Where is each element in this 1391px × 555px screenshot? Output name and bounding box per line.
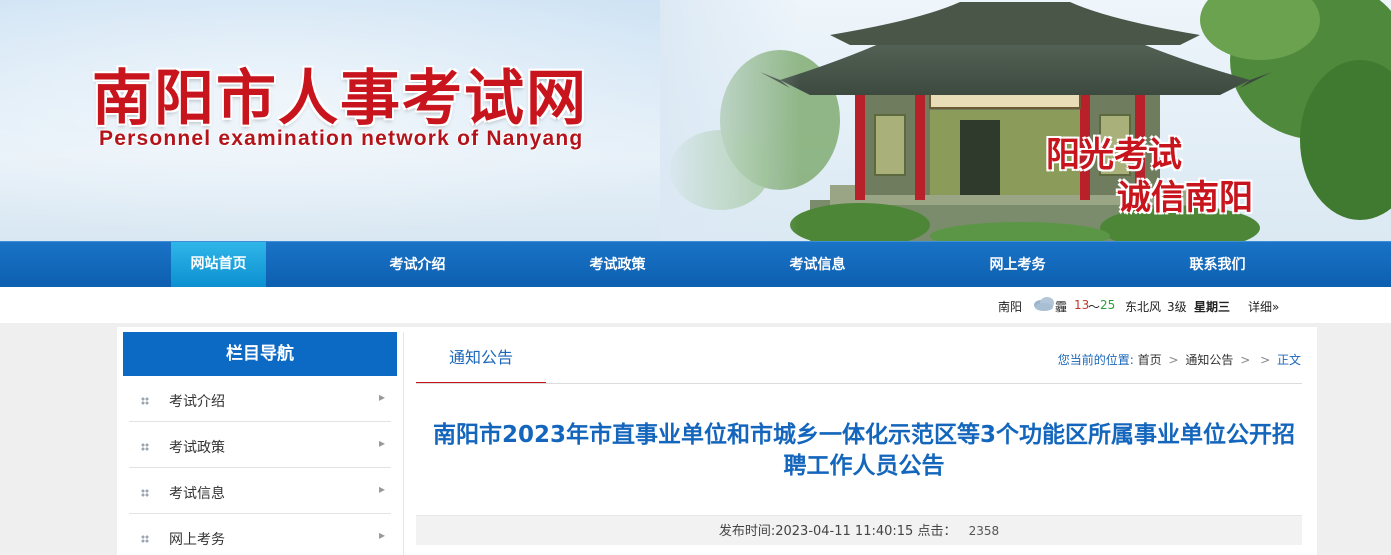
- weather-city: 南阳: [998, 300, 1023, 314]
- sidebar-item-exam-info[interactable]: 考试信息 ▸: [129, 468, 391, 514]
- nav-online-affairs[interactable]: 网上考务: [970, 242, 1065, 288]
- slogan-line-2: 诚信南阳: [1117, 178, 1253, 218]
- article-title: 南阳市2023年市直事业单位和市城乡一体化示范区等3个功能区所属事业单位公开招聘…: [432, 422, 1296, 479]
- tab-divider: [416, 383, 1302, 384]
- content-frame: 栏目导航 考试介绍 ▸ 考试政策 ▸ 考试信息 ▸ 网上考务 ▸ 通知公告 您当…: [117, 327, 1317, 555]
- weather-widget: 南阳 霾 13 ～ 25 东北风 3级 星期三 详细»: [0, 287, 1391, 323]
- chevron-right-icon: ▸: [378, 528, 385, 542]
- weather-weekday: 星期三: [1194, 300, 1231, 314]
- chevron-right-icon: ▸: [378, 482, 385, 496]
- site-title: 南阳市人事考试网: [92, 64, 588, 134]
- sidebar-item-label: 考试政策: [169, 440, 225, 456]
- nav-contact-us[interactable]: 联系我们: [1170, 242, 1265, 288]
- weather-temp-separator: ～: [1088, 300, 1101, 314]
- breadcrumb-prefix: 您当前的位置:: [1057, 353, 1134, 367]
- main-nav: 网站首页 考试介绍 考试政策 考试信息 网上考务 联系我们: [0, 241, 1391, 288]
- weather-condition: 霾: [1055, 300, 1068, 314]
- slogan-line-1: 阳光考试: [1046, 135, 1182, 175]
- hits-label: 点击：: [917, 524, 957, 539]
- grid-bullet-icon: [141, 443, 149, 451]
- breadcrumb: 您当前的位置: 首页 > 通知公告 > > 正文: [1058, 351, 1301, 368]
- nav-exam-info[interactable]: 考试信息: [770, 242, 865, 288]
- sidebar-item-online-affairs[interactable]: 网上考务 ▸: [129, 514, 391, 555]
- sidebar-heading: 栏目导航: [123, 332, 397, 376]
- published-value: 2023-04-11 11:40:15: [775, 524, 914, 539]
- cloud-rain-icon: [1032, 295, 1056, 316]
- nav-exam-intro[interactable]: 考试介绍: [370, 242, 465, 288]
- breadcrumb-home[interactable]: 首页: [1138, 353, 1162, 367]
- weather-wind-level: 3级: [1167, 300, 1187, 314]
- weather-wind-direction: 东北风: [1125, 300, 1162, 314]
- chevron-right-icon: ▸: [378, 390, 385, 404]
- site-banner: 南阳市人事考试网 Personnel examination network o…: [0, 0, 1391, 241]
- grid-bullet-icon: [141, 397, 149, 405]
- chevron-right-icon: ▸: [378, 436, 385, 450]
- sidebar-item-label: 网上考务: [169, 532, 225, 548]
- breadcrumb-separator: >: [1240, 353, 1251, 367]
- sidebar-item-exam-intro[interactable]: 考试介绍 ▸: [129, 376, 391, 422]
- hits-count: 2358: [968, 524, 1000, 538]
- weather-detail-link[interactable]: 详细»: [1248, 298, 1279, 315]
- article-meta: 发布时间:2023-04-11 11:40:15 点击： 2358: [416, 515, 1302, 545]
- weather-temp-high: 25: [1100, 298, 1116, 312]
- breadcrumb-separator: >: [1260, 353, 1271, 367]
- nav-exam-policy[interactable]: 考试政策: [570, 242, 665, 288]
- sidebar-item-label: 考试信息: [169, 486, 225, 502]
- breadcrumb-separator: >: [1168, 353, 1179, 367]
- site-subtitle-en: Personnel examination network of Nanyang: [99, 127, 584, 150]
- tab-notices[interactable]: 通知公告: [416, 332, 546, 384]
- published-label: 发布时间:: [718, 524, 776, 539]
- sidebar-item-label: 考试介绍: [169, 394, 225, 410]
- main-content: 通知公告 您当前的位置: 首页 > 通知公告 > > 正文 南阳市2023年市直…: [403, 332, 1317, 555]
- breadcrumb-section[interactable]: 通知公告: [1185, 353, 1233, 367]
- weather-temp-low: 13: [1074, 298, 1090, 312]
- nav-home[interactable]: 网站首页: [171, 242, 266, 288]
- grid-bullet-icon: [141, 489, 149, 497]
- sidebar: 栏目导航 考试介绍 ▸ 考试政策 ▸ 考试信息 ▸ 网上考务 ▸: [123, 332, 397, 555]
- pavilion-image: [660, 0, 1391, 241]
- grid-bullet-icon: [141, 535, 149, 543]
- sidebar-item-exam-policy[interactable]: 考试政策 ▸: [129, 422, 391, 468]
- breadcrumb-current[interactable]: 正文: [1277, 353, 1301, 367]
